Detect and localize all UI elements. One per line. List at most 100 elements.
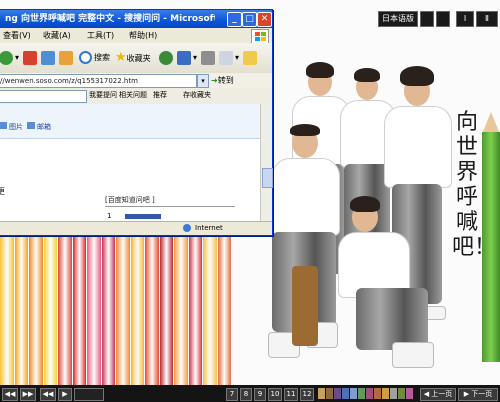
status-bar: Internet bbox=[0, 221, 272, 235]
print-button[interactable] bbox=[201, 49, 217, 67]
toolbar-answer-button[interactable]: 我要提问 bbox=[89, 90, 117, 101]
related-box-title: [百度知道问吧 ] bbox=[105, 194, 235, 207]
person-figure bbox=[336, 188, 434, 378]
favorites-label: 收藏夹 bbox=[126, 54, 151, 63]
color-swatch[interactable] bbox=[366, 388, 373, 399]
home-button[interactable] bbox=[59, 49, 75, 67]
color-swatch[interactable] bbox=[358, 388, 365, 399]
language-button[interactable]: 日本语版 bbox=[378, 11, 418, 27]
control-button[interactable] bbox=[436, 11, 450, 27]
bottom-control-bar: ◀◀ ▶▶ ◀◀ ▶ 7 8 9 10 11 12 ◀ 上一页 ▶ 下一页 bbox=[0, 385, 500, 402]
printer-icon bbox=[201, 50, 215, 65]
folder-icon bbox=[243, 50, 257, 65]
page-1-button[interactable]: Ⅰ bbox=[456, 11, 474, 27]
image-icon bbox=[0, 122, 7, 129]
rewind-button[interactable]: ◀◀ bbox=[40, 388, 56, 401]
toolbar-related-button[interactable]: 相关问题 bbox=[119, 90, 147, 101]
window-titlebar[interactable]: ng 向世界呼喊吧 完整中文 - 搜搜问问 - Microsoft Inter.… bbox=[0, 10, 272, 28]
pencil bbox=[43, 236, 57, 386]
images-link-label: 图片 bbox=[9, 123, 23, 131]
color-swatch[interactable] bbox=[406, 388, 413, 399]
page-number-12[interactable]: 12 bbox=[300, 388, 314, 401]
close-button[interactable]: ✕ bbox=[257, 12, 272, 27]
pencil bbox=[58, 236, 72, 386]
pencil bbox=[14, 236, 28, 386]
menu-help[interactable]: 帮助(H) bbox=[129, 28, 157, 43]
scrollbar-thumb[interactable] bbox=[262, 168, 273, 188]
color-swatch[interactable] bbox=[334, 388, 341, 399]
pencil bbox=[101, 236, 115, 386]
refresh-button[interactable] bbox=[41, 49, 57, 67]
standard-toolbar: ▾ 搜索 ★收藏夹 ▾ ▾ bbox=[0, 43, 272, 74]
pencil bbox=[87, 236, 101, 386]
color-swatch[interactable] bbox=[318, 388, 325, 399]
mail-button[interactable]: ▾ bbox=[177, 49, 197, 67]
color-swatch[interactable] bbox=[382, 388, 389, 399]
edit-button[interactable]: ▾ bbox=[219, 49, 239, 67]
color-swatch[interactable] bbox=[374, 388, 381, 399]
envelope-icon bbox=[27, 122, 35, 129]
pencil bbox=[174, 236, 188, 386]
media-button[interactable] bbox=[159, 49, 175, 67]
page-content: 图片 邮箱 更 [百度知道问吧 ] 1 bbox=[0, 104, 260, 221]
pencil bbox=[130, 236, 144, 386]
next-button[interactable]: ▶▶ bbox=[20, 388, 36, 401]
vertical-scrollbar[interactable] bbox=[260, 104, 273, 221]
page-number-10[interactable]: 10 bbox=[268, 388, 282, 401]
color-swatch[interactable] bbox=[342, 388, 349, 399]
highlight-bar bbox=[125, 214, 161, 219]
pencil bbox=[188, 236, 202, 386]
page-number-7[interactable]: 7 bbox=[226, 388, 238, 401]
go-label: 转到 bbox=[217, 76, 234, 85]
menu-tools[interactable]: 工具(T) bbox=[87, 28, 114, 43]
pencil bbox=[159, 236, 173, 386]
color-swatch[interactable] bbox=[398, 388, 405, 399]
toolbar-recommend-button[interactable]: 推荐 bbox=[153, 90, 167, 101]
forward-arrow-icon bbox=[0, 50, 13, 65]
pencil bbox=[29, 236, 43, 386]
menu-favorites[interactable]: 收藏(A) bbox=[43, 28, 71, 43]
green-pencil-tip bbox=[482, 112, 500, 134]
page-number-8[interactable]: 8 bbox=[240, 388, 252, 401]
search-icon bbox=[79, 51, 92, 64]
mail-link[interactable]: 邮箱 bbox=[27, 122, 51, 132]
page-2-button[interactable]: Ⅱ bbox=[476, 11, 498, 27]
prev-button[interactable]: ◀◀ bbox=[2, 388, 18, 401]
windows-logo-icon bbox=[251, 29, 269, 44]
forward-button[interactable]: ▾ bbox=[0, 49, 19, 67]
play-button[interactable]: ▶ bbox=[58, 388, 72, 401]
mail-icon bbox=[177, 50, 191, 65]
volume-slider[interactable] bbox=[74, 388, 104, 401]
search-button[interactable]: 搜索 bbox=[79, 49, 110, 67]
maximize-button[interactable]: □ bbox=[242, 12, 257, 27]
next-page-button[interactable]: ▶ 下一页 bbox=[458, 388, 498, 401]
address-input[interactable]: //wenwen.soso.com/z/q155317022.htm bbox=[0, 74, 197, 88]
control-button[interactable] bbox=[420, 11, 434, 27]
page-number-11[interactable]: 11 bbox=[284, 388, 298, 401]
folder-button[interactable] bbox=[243, 49, 259, 67]
pencil bbox=[145, 236, 159, 386]
color-swatch[interactable] bbox=[350, 388, 357, 399]
toolbar-bookmark-button[interactable]: 存收藏夹 bbox=[183, 90, 211, 101]
ie-window: ng 向世界呼喊吧 完整中文 - 搜搜问问 - Microsoft Inter.… bbox=[0, 9, 273, 236]
search-toolbar: 我要提问 相关问题 推荐 存收藏夹 bbox=[0, 88, 272, 105]
go-button[interactable]: ➜转到 bbox=[211, 74, 234, 87]
favorites-button[interactable]: ★收藏夹 bbox=[115, 49, 151, 67]
go-arrow-icon: ➜ bbox=[211, 76, 218, 85]
mail-link-label: 邮箱 bbox=[37, 123, 51, 131]
color-swatch[interactable] bbox=[326, 388, 333, 399]
prev-page-button[interactable]: ◀ 上一页 bbox=[420, 388, 456, 401]
address-dropdown-button[interactable]: ▾ bbox=[197, 74, 209, 88]
colored-pencils-image bbox=[0, 236, 232, 386]
star-icon: ★ bbox=[115, 50, 127, 65]
toolbar-search-input[interactable] bbox=[0, 90, 87, 103]
menu-view[interactable]: 查看(V) bbox=[3, 28, 31, 43]
minimize-button[interactable]: _ bbox=[227, 12, 242, 27]
search-label: 搜索 bbox=[94, 53, 110, 62]
stop-button[interactable] bbox=[23, 49, 39, 67]
pencil bbox=[0, 236, 14, 386]
color-swatch[interactable] bbox=[390, 388, 397, 399]
images-link[interactable]: 图片 bbox=[0, 122, 23, 132]
page-number-9[interactable]: 9 bbox=[254, 388, 266, 401]
home-icon bbox=[59, 50, 73, 65]
